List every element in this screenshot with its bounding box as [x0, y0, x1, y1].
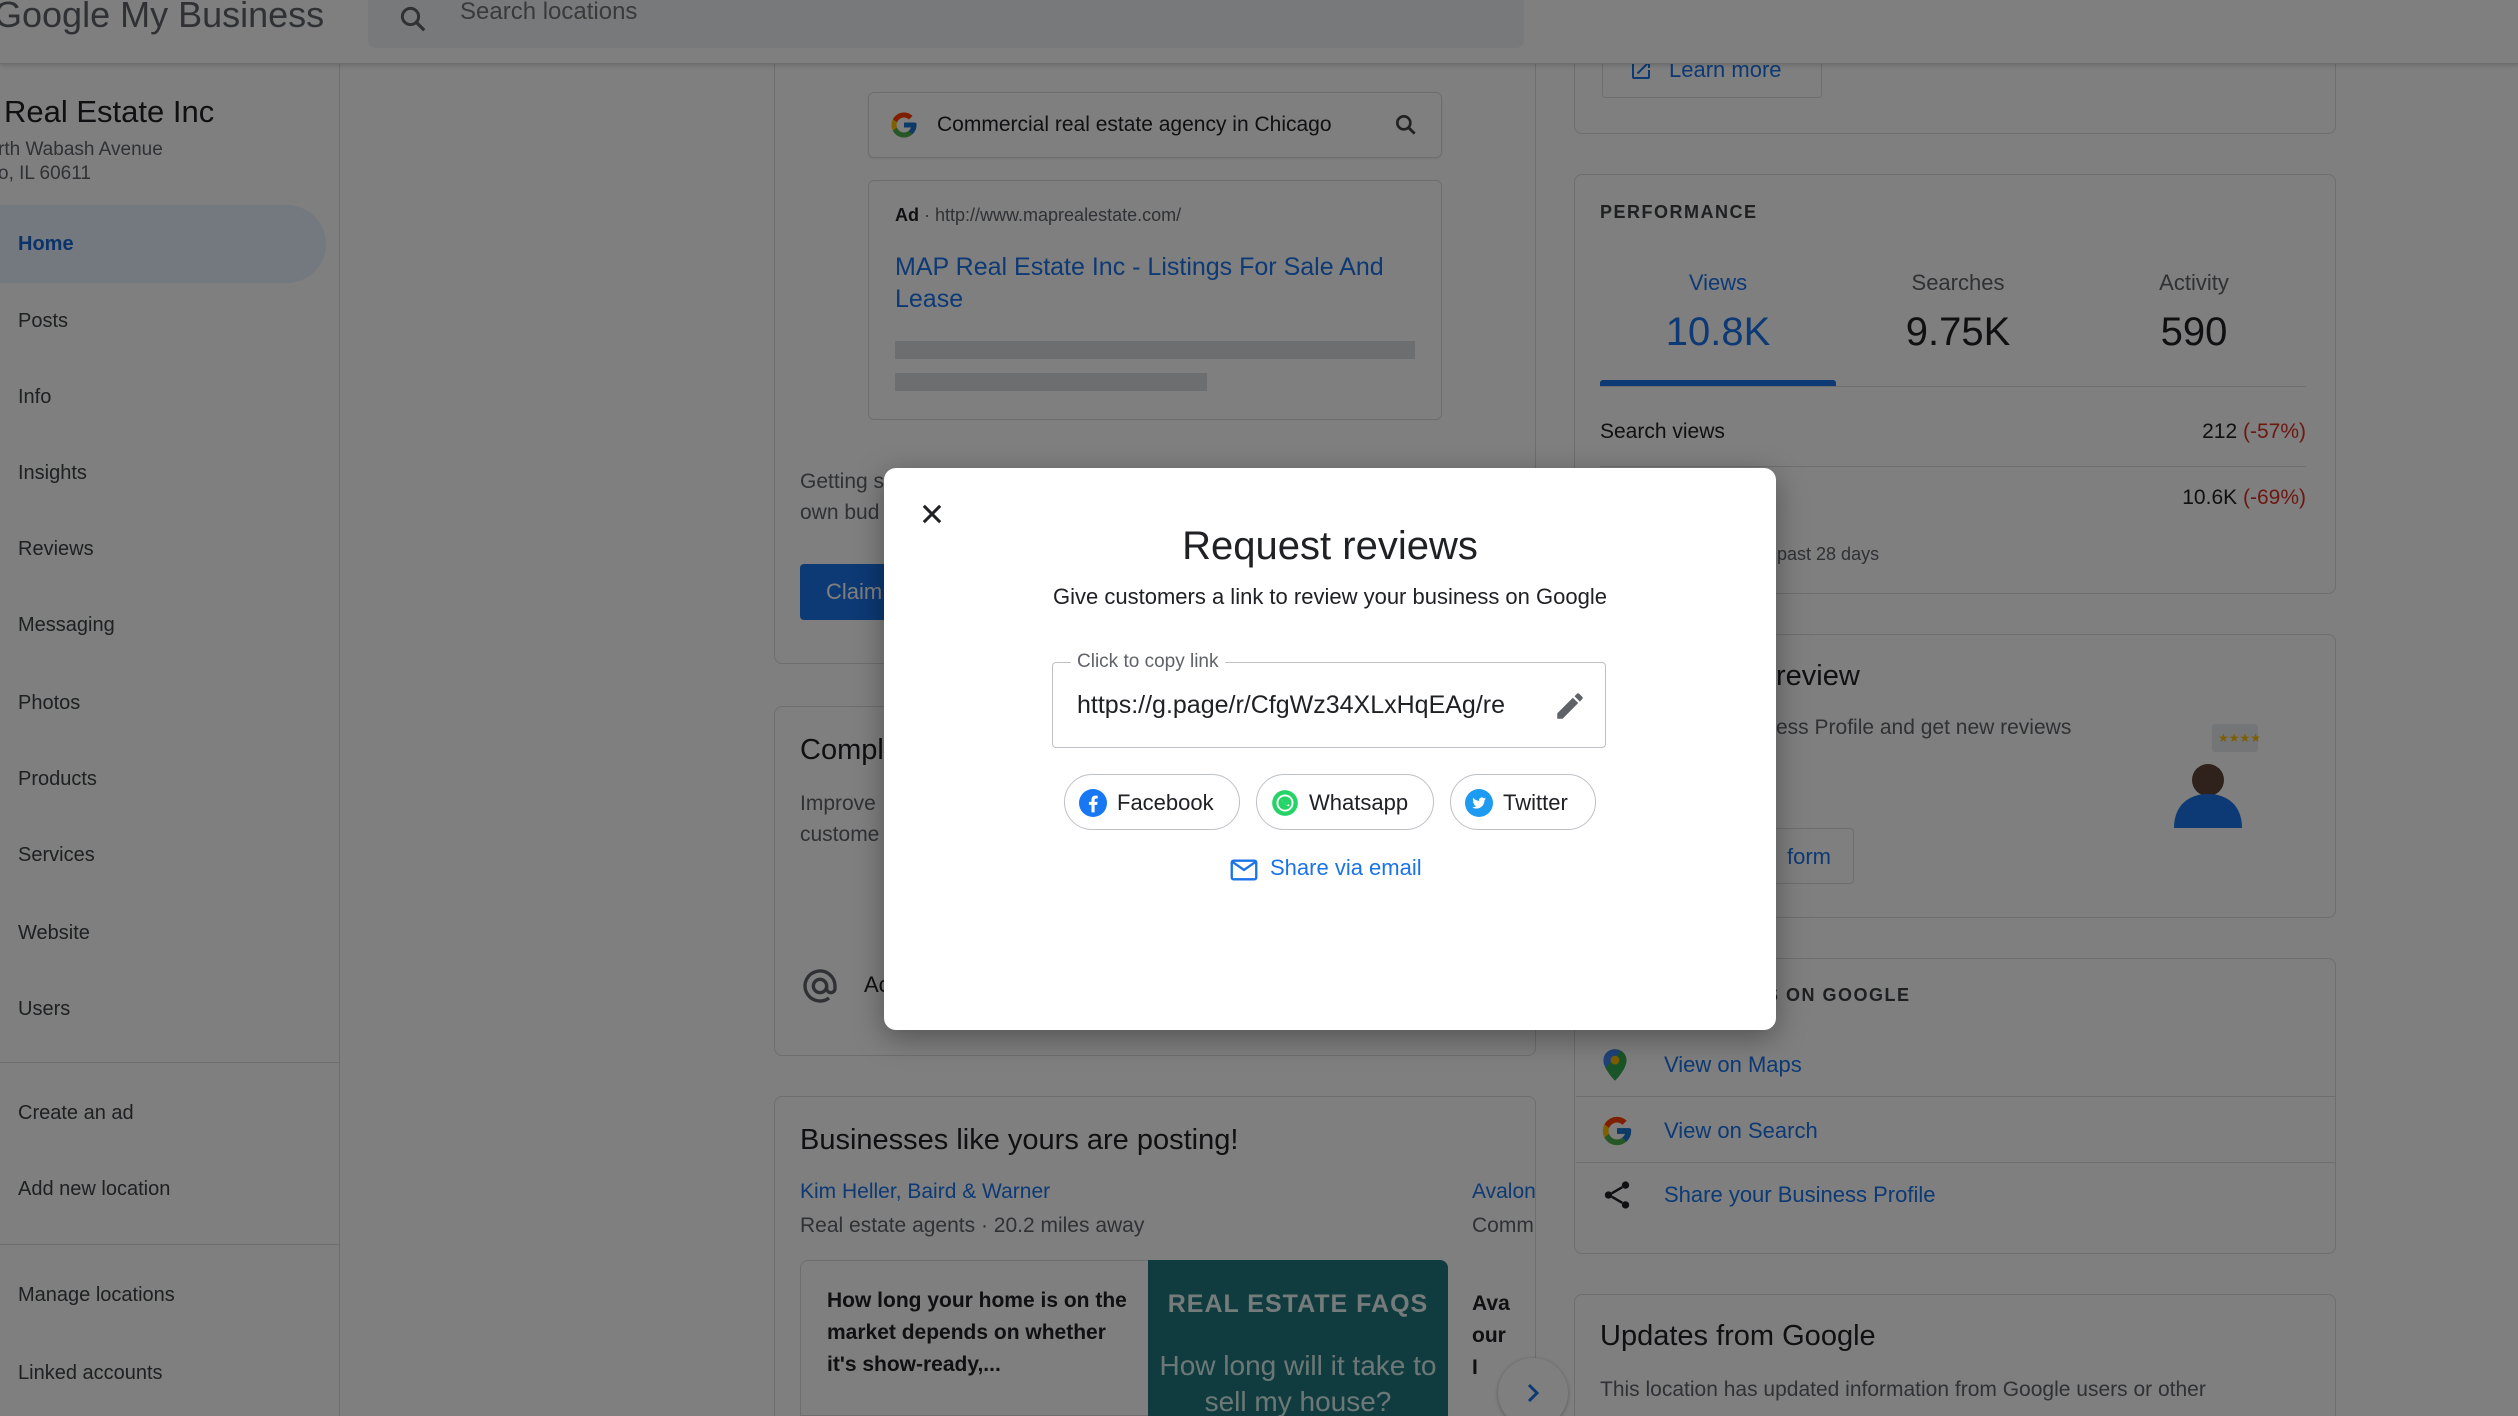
facebook-icon [1079, 789, 1107, 822]
facebook-label: Facebook [1117, 790, 1214, 815]
review-link-field[interactable]: Click to copy link [1052, 651, 1606, 748]
twitter-label: Twitter [1503, 790, 1568, 815]
mail-icon [1230, 858, 1258, 887]
edit-pencil-icon[interactable] [1553, 689, 1587, 728]
request-reviews-dialog: Request reviews Give customers a link to… [884, 468, 1776, 1030]
share-twitter-button[interactable]: Twitter [1450, 774, 1596, 830]
whatsapp-icon [1271, 789, 1299, 822]
review-link-label: Click to copy link [1071, 651, 1225, 673]
review-link-input[interactable] [1077, 685, 1523, 725]
whatsapp-label: Whatsapp [1309, 790, 1409, 815]
dialog-title: Request reviews [1182, 524, 1478, 568]
share-facebook-button[interactable]: Facebook [1064, 774, 1240, 830]
dialog-subtitle: Give customers a link to review your bus… [1053, 584, 1607, 609]
share-via-email-label: Share via email [1270, 855, 1422, 880]
share-whatsapp-button[interactable]: Whatsapp [1256, 774, 1434, 830]
twitter-icon [1465, 789, 1493, 822]
